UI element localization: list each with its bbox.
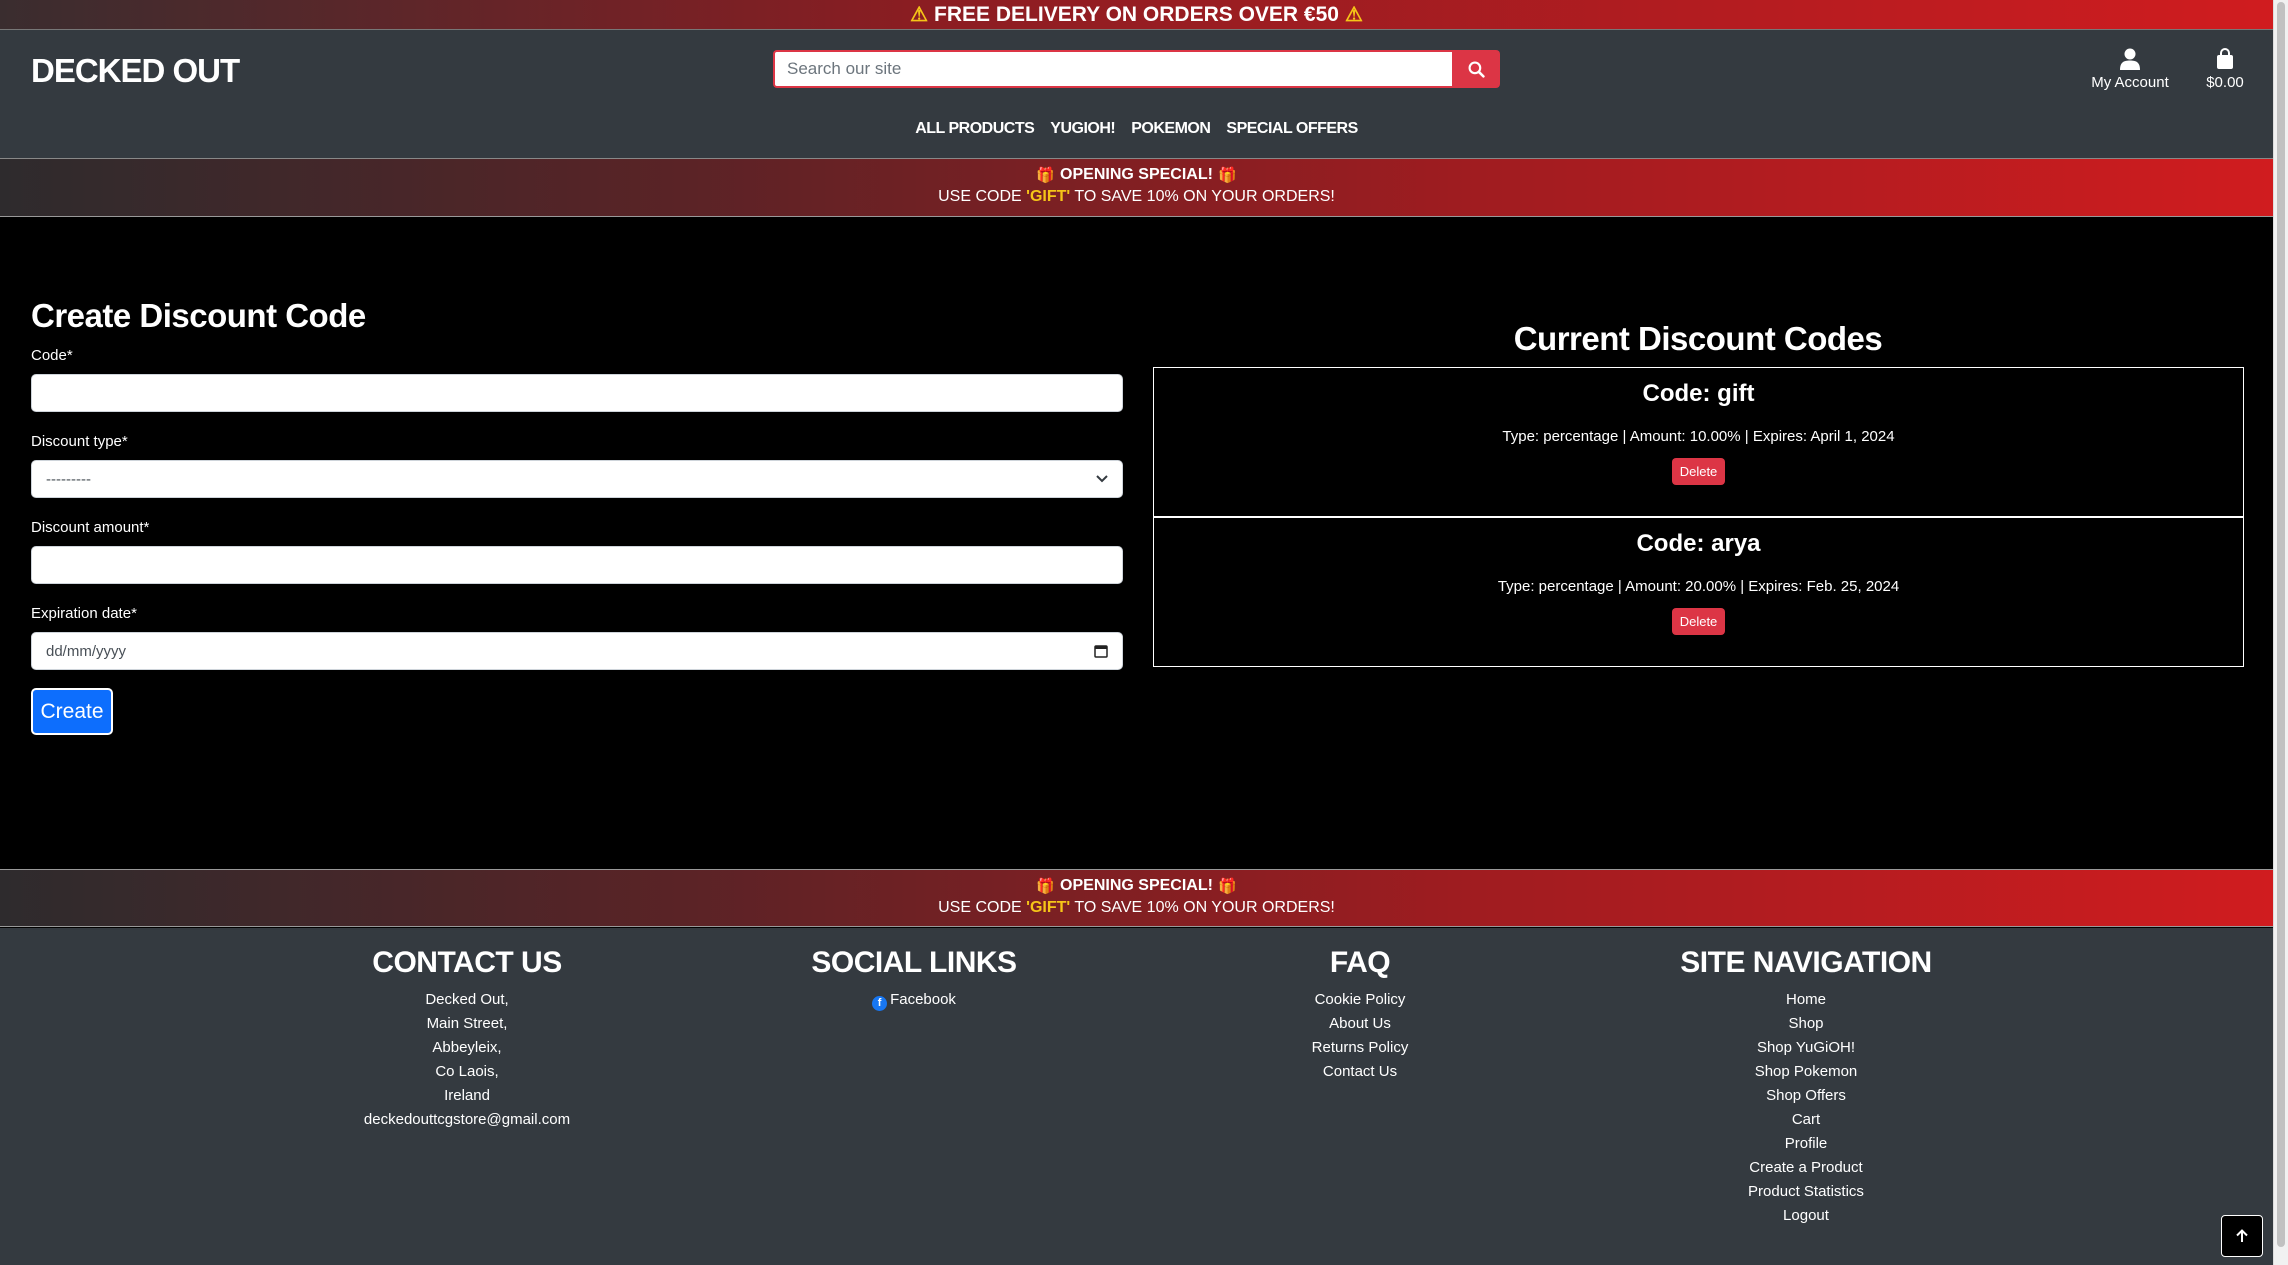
search-input[interactable] [773, 50, 1452, 88]
footer-heading: FAQ [1329, 946, 1391, 979]
site-nav-shop-yugioh[interactable]: Shop YuGiOH! [1626, 1036, 1986, 1060]
site-nav-profile[interactable]: Profile [1626, 1132, 1986, 1156]
contact-line: Main Street, [426, 1015, 508, 1032]
cart-total: $0.00 [2206, 74, 2244, 91]
current-codes-title: Current Discount Codes [1513, 320, 1883, 357]
promo-banner: 🎁 OPENING SPECIAL! 🎁 USE CODE 'GIFT' TO … [0, 159, 2273, 217]
create-discount-title: Create Discount Code [31, 297, 366, 334]
site-logo[interactable]: DECKED OUT [31, 52, 240, 90]
gift-icon: 🎁 [1217, 167, 1237, 184]
site-footer: CONTACT US Decked Out, Main Street, Abbe… [0, 928, 2273, 1265]
contact-line: Decked Out, [425, 991, 509, 1008]
delete-button[interactable]: Delete [1671, 458, 1726, 485]
search-button[interactable] [1452, 50, 1500, 88]
delivery-banner: ⚠ FREE DELIVERY ON ORDERS OVER €50 ⚠ [0, 0, 2273, 30]
back-to-top-button[interactable] [2221, 1215, 2263, 1257]
my-account-link[interactable]: My Account [2090, 48, 2170, 91]
contact-line: Co Laois, [435, 1063, 499, 1080]
user-icon [2120, 48, 2140, 70]
contact-line: Abbeyleix, [432, 1039, 502, 1056]
faq-link-cookie-policy[interactable]: Cookie Policy [1180, 988, 1540, 1012]
contact-email[interactable]: deckedouttcgstore@gmail.com [287, 1108, 647, 1132]
discount-code-details: Type: percentage | Amount: 20.00% | Expi… [1497, 578, 1900, 595]
faq-link-contact-us[interactable]: Contact Us [1180, 1060, 1540, 1084]
footer-heading: SOCIAL LINKS [811, 946, 1017, 979]
promo-text: USE CODE 'GIFT' TO SAVE 10% ON YOUR ORDE… [938, 188, 1335, 205]
arrow-up-icon [2236, 1229, 2248, 1242]
site-nav-product-statistics[interactable]: Product Statistics [1626, 1180, 1986, 1204]
discount-code-card: Code: arya Type: percentage | Amount: 20… [1153, 517, 2244, 667]
site-nav-logout[interactable]: Logout [1626, 1204, 1986, 1228]
scrollbar-thumb[interactable] [2277, 2, 2285, 1247]
discount-code-name: Code: gift [1642, 380, 1755, 407]
footer-site-navigation: SITE NAVIGATION Home Shop Shop YuGiOH! S… [1626, 946, 1986, 1228]
promo-banner: 🎁 OPENING SPECIAL! 🎁 USE CODE 'GIFT' TO … [0, 869, 2273, 927]
site-header: DECKED OUT My Account $0.00 ALL PRODUCTS… [0, 30, 2273, 159]
footer-faq: FAQ Cookie Policy About Us Returns Polic… [1180, 946, 1540, 1084]
site-nav-cart[interactable]: Cart [1626, 1108, 1986, 1132]
warning-icon: ⚠ [910, 4, 929, 26]
gift-icon: 🎁 [1036, 167, 1056, 184]
search-icon [1468, 61, 1485, 78]
gift-icon: 🎁 [1036, 878, 1056, 895]
expiration-date-label: Expiration date* [31, 605, 137, 622]
discount-code-details: Type: percentage | Amount: 10.00% | Expi… [1502, 428, 1895, 445]
discount-code-name: Code: arya [1636, 530, 1761, 557]
date-placeholder: dd/mm/yyyy [46, 642, 127, 660]
facebook-link[interactable]: f Facebook [734, 988, 1094, 1012]
gift-icon: 🎁 [1217, 878, 1237, 895]
search-form [773, 50, 1500, 88]
main-nav: ALL PRODUCTS YUGIOH! POKEMON SPECIAL OFF… [0, 120, 2273, 138]
faq-link-about-us[interactable]: About Us [1180, 1012, 1540, 1036]
discount-code-card: Code: gift Type: percentage | Amount: 10… [1153, 367, 2244, 517]
delete-button[interactable]: Delete [1671, 608, 1726, 635]
discount-amount-input[interactable] [31, 546, 1123, 584]
promo-title: OPENING SPECIAL! [1060, 877, 1213, 894]
nav-pokemon[interactable]: POKEMON [1131, 120, 1211, 138]
code-input[interactable] [31, 374, 1123, 412]
site-nav-shop-offers[interactable]: Shop Offers [1626, 1084, 1986, 1108]
my-account-label: My Account [2091, 74, 2169, 91]
warning-icon: ⚠ [1344, 4, 1363, 26]
discount-amount-label: Discount amount* [31, 519, 150, 536]
footer-heading: SITE NAVIGATION [1680, 946, 1932, 979]
site-nav-shop-pokemon[interactable]: Shop Pokemon [1626, 1060, 1986, 1084]
promo-text: USE CODE 'GIFT' TO SAVE 10% ON YOUR ORDE… [938, 899, 1335, 916]
site-nav-create-product[interactable]: Create a Product [1626, 1156, 1986, 1180]
discount-type-select[interactable]: --------- [31, 460, 1123, 498]
site-nav-shop[interactable]: Shop [1626, 1012, 1986, 1036]
page-scrollbar[interactable] [2273, 0, 2288, 1265]
site-nav-home[interactable]: Home [1626, 988, 1986, 1012]
facebook-label: Facebook [890, 991, 956, 1008]
discount-type-selected: --------- [46, 470, 91, 488]
nav-special-offers[interactable]: SPECIAL OFFERS [1226, 120, 1358, 138]
expiration-date-input[interactable]: dd/mm/yyyy [31, 632, 1123, 670]
facebook-icon: f [872, 996, 888, 1011]
delivery-text: FREE DELIVERY ON ORDERS OVER €50 [934, 2, 1339, 26]
nav-all-products[interactable]: ALL PRODUCTS [915, 120, 1035, 138]
chevron-down-icon [1096, 475, 1108, 483]
shopping-bag-icon [2217, 48, 2233, 69]
footer-social: SOCIAL LINKS f Facebook [734, 946, 1094, 1012]
cart-link[interactable]: $0.00 [2200, 48, 2250, 91]
code-label: Code* [31, 347, 73, 364]
footer-contact: CONTACT US Decked Out, Main Street, Abbe… [287, 946, 647, 1132]
promo-code: 'GIFT' [1026, 899, 1071, 916]
promo-title: OPENING SPECIAL! [1060, 166, 1213, 183]
calendar-icon[interactable] [1094, 644, 1108, 658]
discount-type-label: Discount type* [31, 433, 128, 450]
contact-line: Ireland [444, 1087, 490, 1104]
promo-code: 'GIFT' [1026, 188, 1071, 205]
nav-yugioh[interactable]: YUGIOH! [1050, 120, 1115, 138]
create-button[interactable]: Create [31, 688, 113, 735]
footer-heading: CONTACT US [372, 946, 562, 979]
faq-link-returns-policy[interactable]: Returns Policy [1180, 1036, 1540, 1060]
